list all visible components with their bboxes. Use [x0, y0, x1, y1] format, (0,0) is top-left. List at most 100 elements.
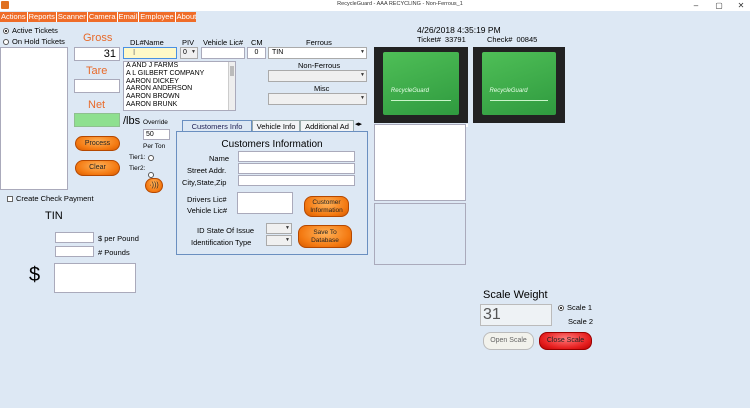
menu-about[interactable]: About [176, 12, 198, 22]
misc-select[interactable]: ▼ [268, 93, 367, 105]
create-check-checkbox[interactable] [7, 195, 13, 202]
menu-actions[interactable]: Actions [0, 12, 28, 22]
menu-employee[interactable]: Employee [139, 12, 176, 22]
scale2-label[interactable]: Scale 2 [568, 317, 593, 326]
camera-logo: RecycleGuard [489, 88, 528, 95]
scale1-label: Scale 1 [567, 303, 593, 312]
gross-label: Gross [83, 32, 113, 44]
ticket-number-row: Ticket# 33791 [417, 35, 466, 44]
clear-button[interactable]: Clear [75, 160, 120, 176]
tier1-radio[interactable] [148, 155, 154, 161]
per-ton-label: Per Ton [143, 143, 166, 150]
on-hold-tickets-option[interactable]: On Hold Tickets [0, 36, 68, 47]
menu-email[interactable]: Email [118, 12, 140, 22]
id-type-label: Identification Type [191, 238, 252, 247]
camera-feed-1[interactable]: RecycleGuard [374, 47, 468, 123]
tier2-label: Tier2: [129, 165, 146, 172]
list-item[interactable]: A AND J FARMS [124, 62, 235, 70]
maximize-button[interactable]: ▢ [711, 0, 727, 11]
camera-divider [390, 100, 452, 102]
per-lbs-label: /lbs [123, 115, 141, 127]
title-bar: RecycleGuard - AAA RECYCLING - Non-Ferro… [0, 0, 750, 11]
price-per-pound-field[interactable] [55, 232, 94, 243]
menu-bar: Actions Reports Scanner Camera Email Emp… [0, 12, 196, 22]
on-hold-tickets-label: On Hold Tickets [12, 37, 65, 46]
save-to-database-button[interactable]: Save To Database [298, 225, 352, 248]
scale-weight-title: Scale Weight [483, 289, 548, 301]
check-number-label: Check# [487, 35, 513, 44]
scale1-radio[interactable] [558, 304, 564, 311]
pounds-field[interactable] [55, 246, 94, 257]
scrollbar-thumb[interactable] [230, 66, 234, 76]
window-title: RecycleGuard - AAA RECYCLING - Non-Ferro… [337, 1, 463, 7]
customer-list[interactable]: A AND J FARMS A L GILBERT COMPANY AARON … [123, 61, 236, 111]
speaker-button[interactable]: ·))) [145, 178, 163, 193]
text-cursor-icon: I [133, 48, 136, 57]
tab-scroll-arrows[interactable]: ◂▸ [355, 120, 362, 128]
list-item[interactable]: A L GILBERT COMPANY [124, 70, 235, 78]
process-button[interactable]: Process [75, 136, 120, 151]
check-number-row: Check# 00845 [487, 35, 537, 44]
list-item[interactable]: AARON BROWN [124, 93, 235, 101]
customer-list-scrollbar[interactable] [228, 62, 235, 110]
menu-camera[interactable]: Camera [88, 12, 118, 22]
customers-info-heading: Customers Information [221, 139, 323, 150]
total-amount-field [54, 263, 136, 293]
menu-reports[interactable]: Reports [28, 12, 57, 22]
list-item[interactable]: AARON ANDERSON [124, 85, 235, 93]
list-item[interactable]: AARON DICKEY [124, 78, 235, 86]
camera-feed-2[interactable]: RecycleGuard [473, 47, 565, 123]
camera-logo: RecycleGuard [390, 88, 429, 95]
scale-weight-value: 31 [480, 304, 552, 326]
camera-feed-4[interactable] [374, 203, 466, 265]
camera-feed-3[interactable] [374, 124, 466, 201]
dl-name-input[interactable] [123, 47, 177, 59]
on-hold-tickets-radio[interactable] [3, 38, 9, 45]
camera-screen [383, 52, 459, 115]
gross-value: 31 [74, 47, 120, 61]
camera-divider [489, 100, 549, 102]
ticket-number: 33791 [444, 35, 466, 44]
close-scale-button[interactable]: Close Scale [539, 332, 592, 350]
chevron-down-icon: ▼ [191, 49, 196, 55]
license-field[interactable] [237, 192, 293, 214]
tare-field[interactable] [74, 79, 120, 93]
city-state-zip-field[interactable] [238, 175, 355, 186]
minimize-button[interactable]: – [688, 0, 704, 11]
ferrous-value: TIN [272, 49, 284, 56]
cm-label: CM [251, 38, 263, 47]
chevron-down-icon: ▼ [285, 225, 290, 231]
tier1-label: Tier1: [129, 154, 146, 161]
list-item[interactable]: AARON BRUNK [124, 101, 235, 109]
override-input[interactable]: 50 [143, 129, 170, 140]
drivers-lic-label: Drivers Lic# [187, 195, 227, 204]
scale1-option[interactable]: Scale 1 [558, 303, 592, 312]
ticket-datetime: 4/26/2018 4:35:19 PM [417, 25, 501, 35]
active-tickets-radio[interactable] [3, 27, 9, 34]
street-field[interactable] [238, 163, 355, 174]
camera-screen [482, 52, 556, 115]
id-type-select[interactable]: ▼ [266, 235, 292, 246]
create-check-payment-option[interactable]: Create Check Payment [7, 194, 94, 203]
vehicle-lic-input[interactable] [201, 47, 245, 59]
ticket-list[interactable] [0, 47, 68, 190]
non-ferrous-select[interactable]: ▼ [268, 70, 367, 82]
chevron-down-icon: ▼ [360, 49, 365, 55]
menu-scanner[interactable]: Scanner [57, 12, 88, 22]
misc-label: Misc [314, 84, 330, 93]
active-tickets-option[interactable]: Active Tickets [0, 25, 68, 36]
piv-select[interactable]: 0 ▼ [180, 47, 198, 59]
ferrous-select[interactable]: TIN ▼ [268, 47, 367, 59]
create-check-label: Create Check Payment [16, 194, 94, 203]
cm-value[interactable]: 0 [247, 47, 266, 59]
ferrous-label: Ferrous [306, 38, 332, 47]
close-window-button[interactable]: ✕ [733, 0, 749, 11]
pounds-label: # Pounds [98, 248, 130, 257]
name-label: Name [209, 154, 230, 163]
name-field[interactable] [238, 151, 355, 162]
open-scale-button[interactable]: Open Scale [483, 332, 534, 350]
city-state-zip-label: City,State,Zip [182, 178, 227, 187]
ticket-number-label: Ticket# [417, 35, 441, 44]
customer-information-button[interactable]: Customer Information [304, 196, 349, 217]
id-state-select[interactable]: ▼ [266, 223, 292, 234]
